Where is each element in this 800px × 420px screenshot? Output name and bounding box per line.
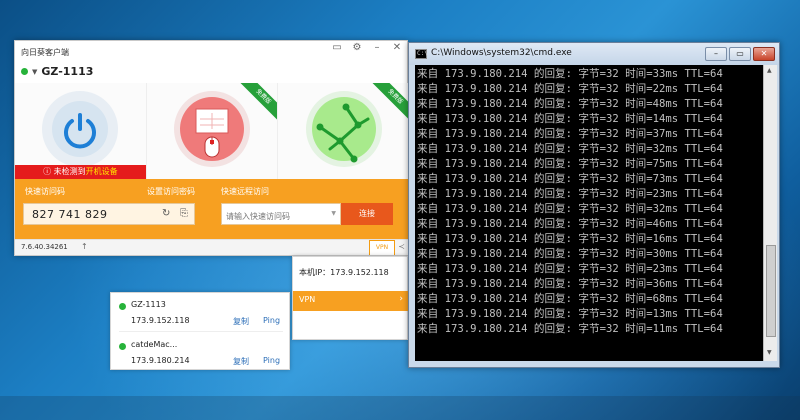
upgrade-icon[interactable]: ↑: [81, 242, 88, 251]
minimize-icon[interactable]: –: [367, 41, 387, 55]
scrollbar[interactable]: ▲ ▼: [763, 65, 777, 361]
console-line: 来自 173.9.180.214 的回复: 字节=32 时间=22ms TTL=…: [417, 83, 723, 95]
copy-button[interactable]: 复制: [233, 356, 249, 367]
list-item: catdeMac... 173.9.180.214 复制 Ping: [111, 333, 291, 371]
power-circle: [42, 91, 119, 167]
ping-button[interactable]: Ping: [263, 356, 280, 365]
vpn-panel: 本机IP：173.9.152.118 VPN ›: [292, 256, 409, 340]
scroll-thumb[interactable]: [766, 245, 776, 337]
network-map-icon: [316, 103, 370, 163]
tile-network[interactable]: 免费版: [278, 83, 410, 179]
copy-button[interactable]: 复制: [233, 316, 249, 327]
connect-button[interactable]: 连接: [341, 203, 393, 225]
vpn-device-list: GZ-1113 173.9.152.118 复制 Ping catdeMac..…: [110, 292, 290, 370]
console-line: 来自 173.9.180.214 的回复: 字节=32 时间=23ms TTL=…: [417, 188, 723, 200]
warning-link[interactable]: 开机设备: [86, 167, 118, 176]
access-code: 827 741 829: [32, 208, 108, 221]
remote-access-label: 快速远程访问: [221, 187, 269, 196]
close-button[interactable]: ✕: [753, 47, 775, 61]
window-controls: ▭ ⚙ – ✕: [327, 41, 407, 55]
ping-button[interactable]: Ping: [263, 316, 280, 325]
collapse-icon[interactable]: ≺: [398, 242, 405, 251]
vpn-label: VPN: [299, 295, 316, 304]
console-line: 来自 173.9.180.214 的回复: 字节=32 时间=75ms TTL=…: [417, 158, 723, 170]
close-icon[interactable]: ✕: [387, 41, 407, 55]
remote-desktop-icon: [195, 108, 229, 158]
gear-icon[interactable]: ⚙: [347, 41, 367, 55]
console-line: 来自 173.9.180.214 的回复: 字节=32 时间=46ms TTL=…: [417, 218, 723, 230]
console-line: 来自 173.9.180.214 的回复: 字节=32 时间=32ms TTL=…: [417, 143, 723, 155]
device-ip: 173.9.152.118: [131, 316, 190, 325]
console-line: 来自 173.9.180.214 的回复: 字节=32 时间=11ms TTL=…: [417, 323, 723, 335]
scroll-up-icon[interactable]: ▲: [767, 67, 772, 74]
caret-icon: ▼: [32, 67, 38, 76]
cmd-window: C:\ C:\Windows\system32\cmd.exe – ▭ ✕ 来自…: [408, 42, 780, 368]
no-device-warning: ⓘ 未检测到开机设备: [15, 165, 146, 179]
online-status-icon: [21, 68, 28, 75]
remote-circle: [174, 91, 250, 167]
access-code-box: 827 741 829 ↻ ⎘: [23, 203, 195, 225]
device-name: catdeMac...: [131, 340, 178, 349]
menu-icon[interactable]: ▭: [327, 41, 347, 55]
online-status-icon: [119, 303, 126, 310]
console-line: 来自 173.9.180.214 的回复: 字节=32 时间=68ms TTL=…: [417, 293, 723, 305]
dropdown-icon[interactable]: ▼: [331, 210, 336, 217]
vpn-tab[interactable]: VPN: [369, 240, 395, 255]
feature-tiles: ⓘ 未检测到开机设备 免费版 免费版: [15, 83, 410, 179]
version-text: 7.6.40.34261: [21, 243, 68, 251]
tile-power-on[interactable]: ⓘ 未检测到开机设备: [15, 83, 147, 179]
copy-icon[interactable]: ⎘: [180, 208, 188, 219]
device-name: GZ-1113: [131, 300, 166, 309]
console-line: 来自 173.9.180.214 的回复: 字节=32 时间=23ms TTL=…: [417, 263, 723, 275]
power-icon: [64, 113, 97, 149]
network-circle: [305, 91, 382, 167]
client-window: 向日葵客户端 ▭ ⚙ – ✕ ▼ GZ-1113 ⓘ 未检测到开机设备 免费版 …: [14, 40, 410, 256]
console-output[interactable]: 来自 173.9.180.214 的回复: 字节=32 时间=33ms TTL=…: [415, 65, 763, 361]
cmd-titlebar[interactable]: C:\ C:\Windows\system32\cmd.exe – ▭ ✕: [409, 43, 779, 65]
local-ip: 本机IP：173.9.152.118: [299, 268, 389, 277]
chevron-right-icon: ›: [399, 294, 403, 304]
device-ip: 173.9.180.214: [131, 356, 190, 365]
quick-access-panel: 快速访问码 设置访问密码 快速远程访问 827 741 829 ↻ ⎘ ▼ 连接: [15, 179, 409, 239]
access-code-label: 快速访问码: [25, 187, 65, 196]
tile-remote-control[interactable]: 免费版: [146, 83, 279, 179]
device-selector[interactable]: ▼ GZ-1113: [21, 65, 93, 78]
window-title: 向日葵客户端: [21, 48, 69, 57]
refresh-icon[interactable]: ↻: [162, 208, 170, 219]
console-line: 来自 173.9.180.214 的回复: 字节=32 时间=36ms TTL=…: [417, 278, 723, 290]
console-line: 来自 173.9.180.214 的回复: 字节=32 时间=30ms TTL=…: [417, 248, 723, 260]
console-line: 来自 173.9.180.214 的回复: 字节=32 时间=37ms TTL=…: [417, 128, 723, 140]
vpn-menu-item[interactable]: VPN ›: [293, 291, 409, 311]
remote-code-input[interactable]: [222, 206, 322, 227]
console-line: 来自 173.9.180.214 的回复: 字节=32 时间=16ms TTL=…: [417, 233, 723, 245]
status-bar: 7.6.40.34261 ↑ VPN ≺: [15, 239, 409, 255]
console-line: 来自 173.9.180.214 的回复: 字节=32 时间=48ms TTL=…: [417, 98, 723, 110]
console-line: 来自 173.9.180.214 的回复: 字节=32 时间=14ms TTL=…: [417, 113, 723, 125]
taskbar: [0, 396, 800, 420]
online-status-icon: [119, 343, 126, 350]
info-icon: ⓘ: [43, 167, 52, 176]
console-line: 来自 173.9.180.214 的回复: 字节=32 时间=73ms TTL=…: [417, 173, 723, 185]
set-password-link[interactable]: 设置访问密码: [147, 186, 195, 197]
console-line: 来自 173.9.180.214 的回复: 字节=32 时间=13ms TTL=…: [417, 308, 723, 320]
device-name: GZ-1113: [41, 65, 94, 78]
minimize-button[interactable]: –: [705, 47, 727, 61]
cmd-title: C:\Windows\system32\cmd.exe: [431, 48, 572, 58]
console-line: 来自 173.9.180.214 的回复: 字节=32 时间=33ms TTL=…: [417, 68, 723, 80]
scroll-down-icon[interactable]: ▼: [767, 349, 772, 356]
remote-code-field: ▼: [221, 203, 341, 227]
console-line: 来自 173.9.180.214 的回复: 字节=32 时间=32ms TTL=…: [417, 203, 723, 215]
cmd-icon: C:\: [415, 49, 428, 59]
maximize-button[interactable]: ▭: [729, 47, 751, 61]
list-item: GZ-1113 173.9.152.118 复制 Ping: [111, 293, 291, 332]
